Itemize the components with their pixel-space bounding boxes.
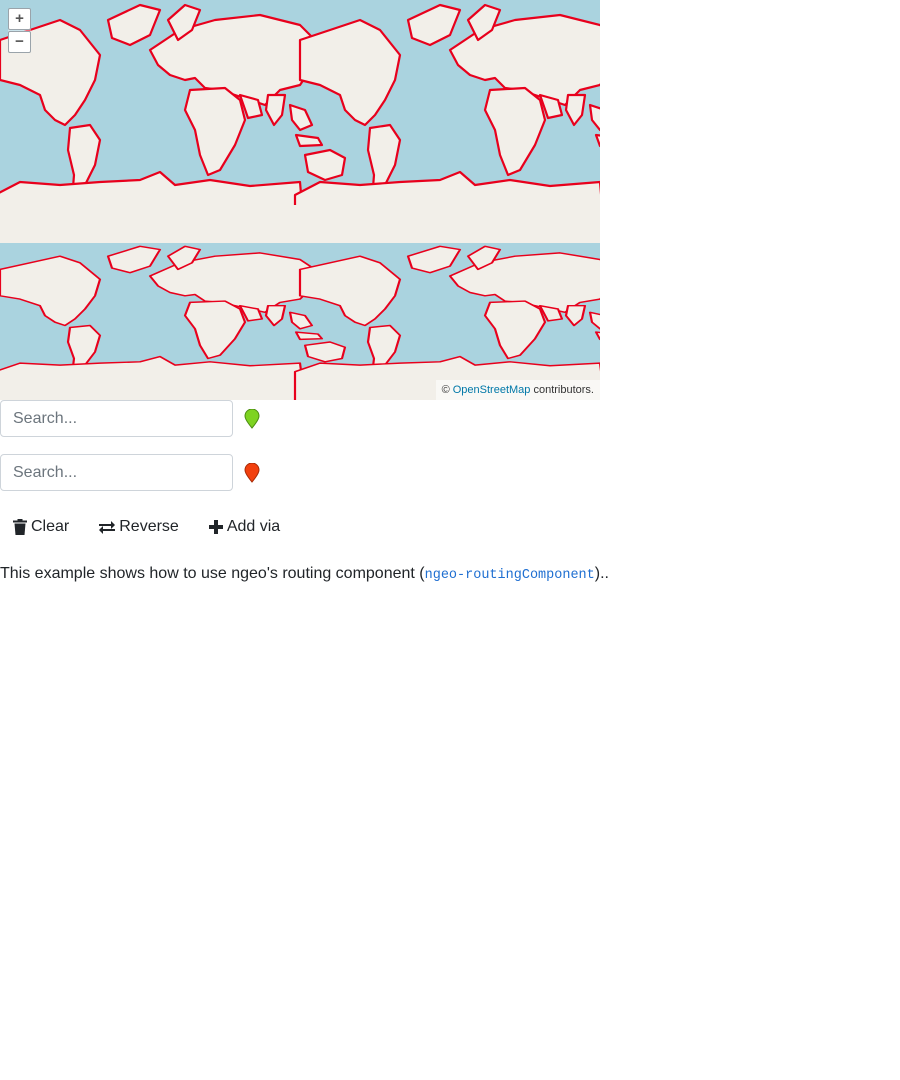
world-map-tiles[interactable] <box>0 0 600 400</box>
zoom-out-button[interactable]: − <box>8 31 31 53</box>
description-end: ).. <box>594 565 609 582</box>
clear-label: Clear <box>31 518 70 535</box>
start-search-input[interactable] <box>0 400 233 437</box>
zoom-control: + − <box>8 8 31 53</box>
attribution-prefix: © <box>441 384 453 396</box>
map-marker-icon <box>244 462 260 483</box>
end-search-input[interactable] <box>0 454 233 491</box>
add-via-button[interactable]: Add via <box>196 510 293 544</box>
plus-icon <box>208 520 223 534</box>
route-start-row <box>0 400 260 437</box>
clear-button[interactable]: Clear <box>0 510 82 544</box>
map-marker-icon <box>244 408 260 429</box>
attribution-link[interactable]: OpenStreetMap <box>453 384 531 396</box>
reverse-label: Reverse <box>119 518 179 535</box>
routing-toolbar: Clear Reverse Add via <box>0 510 297 544</box>
add-via-label: Add via <box>226 518 281 535</box>
component-name-code: ngeo-routingComponent <box>424 568 595 583</box>
zoom-in-button[interactable]: + <box>8 8 31 30</box>
reverse-button[interactable]: Reverse <box>86 510 192 544</box>
attribution-suffix: contributors. <box>530 384 594 396</box>
exchange-icon <box>99 521 116 534</box>
description-text: This example shows how to use ngeo's rou… <box>0 565 425 582</box>
map-attribution: © OpenStreetMap contributors. <box>435 380 600 400</box>
map-viewer[interactable]: + − © OpenStreetMap contributors. <box>0 0 600 400</box>
route-end-row <box>0 454 260 491</box>
trash-icon <box>13 519 27 535</box>
example-description: This example shows how to use ngeo's rou… <box>0 563 609 585</box>
